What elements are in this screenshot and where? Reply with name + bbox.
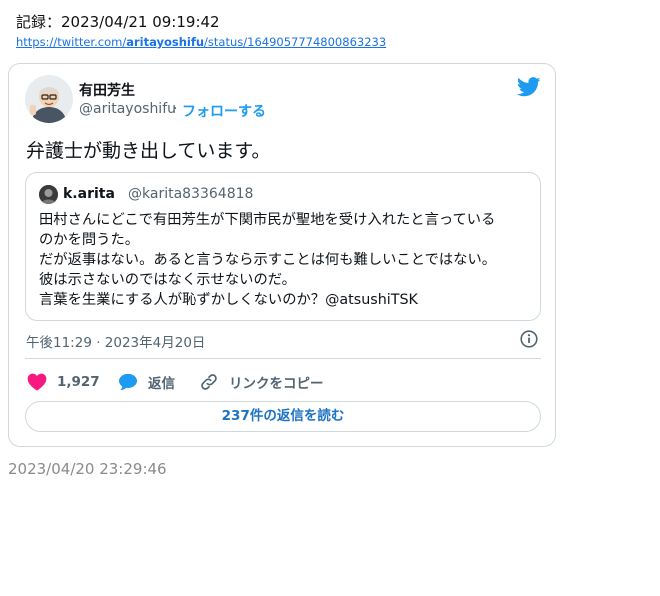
author-name[interactable]: 有田芳生 (79, 80, 135, 100)
url-user: aritayoshifu (126, 35, 205, 49)
author-avatar[interactable] (25, 75, 73, 123)
reply-button[interactable]: 返信 (118, 372, 175, 392)
tweet-timestamp[interactable]: 午後11:29 · 2023年4月20日 (26, 331, 205, 351)
info-icon[interactable] (520, 330, 538, 348)
source-url-link[interactable]: https://twitter.com/aritayoshifu/status/… (16, 35, 386, 49)
quoted-line: 田村さんにどこで有田芳生が下関市民が聖地を受け入れたと言っている (39, 212, 496, 228)
author-handle[interactable]: @aritayoshifu (79, 101, 176, 117)
record-timestamp: 記録：2023/04/21 09:19:42 (16, 13, 220, 31)
quoted-tweet[interactable]: k.arita @karita83364818 田村さんにどこで有田芳生が下関市… (25, 172, 541, 321)
divider (25, 358, 541, 359)
quoted-line: 彼は示さないのではなく示せないのだ。 (39, 272, 296, 288)
like-button[interactable]: 1,927 (27, 372, 100, 392)
quoted-tweet-body: 田村さんにどこで有田芳生が下関市民が聖地を受け入れたと言っている のかを問うた。… (39, 210, 533, 310)
url-prefix: https://twitter.com/ (16, 35, 127, 49)
captured-time: 2023/04/20 23:29:46 (8, 460, 167, 478)
link-icon (201, 374, 217, 390)
quoted-author-handle[interactable]: @karita83364818 (128, 186, 253, 202)
tweet-card: 有田芳生 @aritayoshifu · フォローする 弁護士が動き出しています… (8, 63, 556, 447)
tweet-text: 弁護士が動き出しています。 (26, 140, 271, 162)
copy-link-label: リンクをコピー (229, 376, 324, 392)
twitter-bird-icon[interactable] (516, 76, 541, 98)
quoted-line: だが返事はない。あると言うなら示すことは何も難しいことではない。 (39, 252, 497, 268)
copy-link-button[interactable]: リンクをコピー (199, 372, 324, 392)
speech-bubble-icon (119, 373, 137, 391)
like-count: 1,927 (57, 374, 100, 390)
quoted-author-avatar[interactable] (39, 185, 58, 204)
read-replies-button[interactable]: 237件の返信を読む (25, 401, 541, 432)
follow-button[interactable]: フォローする (182, 101, 266, 121)
reply-label: 返信 (148, 376, 175, 392)
quoted-author-name[interactable]: k.arita (63, 186, 115, 202)
quoted-line: 言葉を生業にする人が恥ずかしくないのか？@atsushiTSK (39, 292, 418, 308)
heart-icon (27, 373, 47, 391)
url-suffix: /status/1649057774800863233 (204, 35, 387, 49)
separator-dot: · (173, 101, 178, 117)
quoted-line: のかを問うた。 (39, 232, 140, 248)
